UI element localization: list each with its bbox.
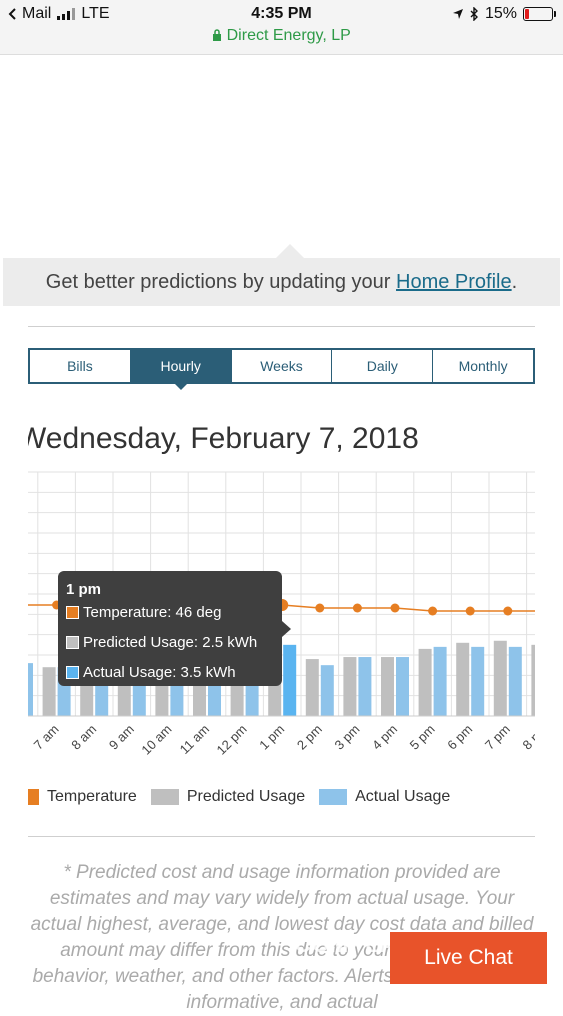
temperature-point[interactable]	[15, 601, 24, 610]
tooltip-row-temperature: Temperature: 46 deg	[66, 604, 221, 621]
x-tick-label: 3 pm	[331, 722, 362, 753]
date-heading-wrap: Wednesday, February 7, 2018	[28, 422, 563, 462]
battery-percent: 15%	[484, 5, 517, 22]
home-profile-banner: Get better predictions by updating your …	[3, 258, 560, 306]
bar-actual[interactable]	[396, 657, 409, 716]
bar-actual[interactable]	[433, 646, 447, 716]
home-profile-link[interactable]: Home Profile	[396, 271, 512, 293]
legend-predicted-label: Predicted Usage	[186, 788, 306, 805]
status-right: 15%	[452, 5, 556, 23]
tooltip-temperature: Temperature: 46 deg	[83, 604, 222, 621]
location-arrow-icon	[452, 9, 463, 19]
divider	[28, 326, 535, 327]
x-tick-label: 10 am	[138, 722, 174, 758]
x-tick-label: 8 am	[68, 722, 99, 753]
bar-predicted[interactable]	[531, 644, 544, 716]
temperature-point[interactable]	[541, 607, 550, 616]
temperature-swatch	[66, 606, 79, 619]
legend-actual-label: Actual Usage	[355, 788, 451, 805]
x-tick-label: 1 pm	[256, 722, 287, 753]
live-chat-button[interactable]: Live Chat	[390, 932, 547, 984]
bar-actual[interactable]	[546, 647, 559, 716]
bar-predicted[interactable]	[305, 659, 319, 716]
usage-tabs: Bills Hourly Weeks Daily Monthly	[28, 348, 535, 390]
bar-actual[interactable]	[320, 665, 334, 716]
legend-actual[interactable]: Actual Usage	[319, 788, 450, 806]
tooltip-actual: Actual Usage: 3.5 kWh	[83, 664, 236, 681]
date-heading: Wednesday, February 7, 2018	[28, 422, 419, 455]
chart-legend: Temperature Predicted Usage Actual Usage	[28, 786, 464, 808]
x-tick-label: 12 pm	[214, 722, 250, 758]
legend-temperature-swatch	[28, 789, 39, 805]
x-tick-label: 6 pm	[444, 722, 475, 753]
bar-actual[interactable]	[358, 657, 372, 716]
legend-predicted-swatch	[150, 789, 179, 805]
url-bar[interactable]: Direct Energy, LP	[0, 27, 563, 45]
x-tick-label: 4 pm	[369, 722, 400, 753]
x-tick-label: 11 am	[177, 722, 212, 757]
tooltip-title: 1 pm	[66, 581, 102, 598]
bar-predicted[interactable]	[5, 667, 18, 716]
legend-temperature-label: Temperature	[47, 788, 137, 805]
temperature-point[interactable]	[465, 606, 475, 616]
tab-bills[interactable]: Bills	[30, 350, 131, 382]
temperature-point[interactable]	[352, 603, 362, 613]
bar-predicted[interactable]	[456, 642, 470, 716]
x-tick-label: 8 pm	[519, 722, 550, 753]
tab-daily[interactable]: Daily	[332, 350, 434, 382]
tab-monthly[interactable]: Monthly	[433, 350, 533, 382]
divider	[28, 836, 535, 837]
x-tick-label: 5 pm	[407, 722, 438, 753]
actual-swatch	[66, 666, 79, 679]
battery-icon	[523, 7, 556, 21]
x-tick-label: 9 am	[106, 722, 137, 753]
legend-actual-swatch	[319, 789, 348, 805]
bluetooth-icon	[470, 7, 478, 21]
bar-actual[interactable]	[20, 663, 33, 716]
temperature-point[interactable]	[390, 603, 400, 613]
legend-predicted[interactable]: Predicted Usage	[150, 788, 306, 806]
legend-temperature[interactable]: Temperature	[28, 788, 137, 806]
tooltip-predicted: Predicted Usage: 2.5 kWh	[83, 634, 258, 651]
x-tick-label: 6 am	[0, 722, 24, 753]
tab-weeks[interactable]: Weeks	[232, 350, 333, 382]
x-axis-labels: 6 am 7 am 8 am 9 am 10 am 11 am 12 pm 1 pm 2 pm 3…	[0, 722, 550, 758]
banner-suffix: .	[511, 271, 518, 293]
bar-actual[interactable]	[508, 646, 522, 716]
temperature-point[interactable]	[503, 606, 513, 616]
bar-predicted[interactable]	[418, 648, 432, 716]
predicted-swatch	[66, 636, 79, 649]
url-label: Direct Energy, LP	[226, 27, 351, 44]
battery-fill	[525, 9, 529, 19]
bar-predicted[interactable]	[42, 667, 56, 716]
tooltip-row-actual: Actual Usage: 3.5 kWh	[66, 664, 236, 681]
bar-actual[interactable]	[283, 644, 297, 716]
bar-predicted[interactable]	[493, 640, 507, 716]
temperature-point[interactable]	[428, 606, 438, 616]
chart-tooltip: 1 pm Temperature: 46 deg Predicted Usage…	[58, 571, 291, 686]
status-bar: Mail LTE 4:35 PM Direct Energy, LP 15%	[0, 0, 563, 55]
banner-text: Get better predictions by updating your	[45, 271, 397, 293]
bar-predicted[interactable]	[381, 657, 394, 716]
temperature-point[interactable]	[315, 603, 325, 613]
bar-predicted[interactable]	[343, 657, 357, 716]
tab-hourly[interactable]: Hourly	[130, 350, 232, 390]
x-tick-label: 7 pm	[482, 722, 513, 753]
lock-icon	[213, 29, 222, 41]
x-tick-label: 7 am	[31, 722, 62, 753]
tooltip-row-predicted: Predicted Usage: 2.5 kWh	[66, 634, 257, 651]
banner-pointer	[276, 244, 304, 258]
x-tick-label: 2 pm	[294, 722, 325, 753]
bar-actual[interactable]	[471, 646, 485, 716]
